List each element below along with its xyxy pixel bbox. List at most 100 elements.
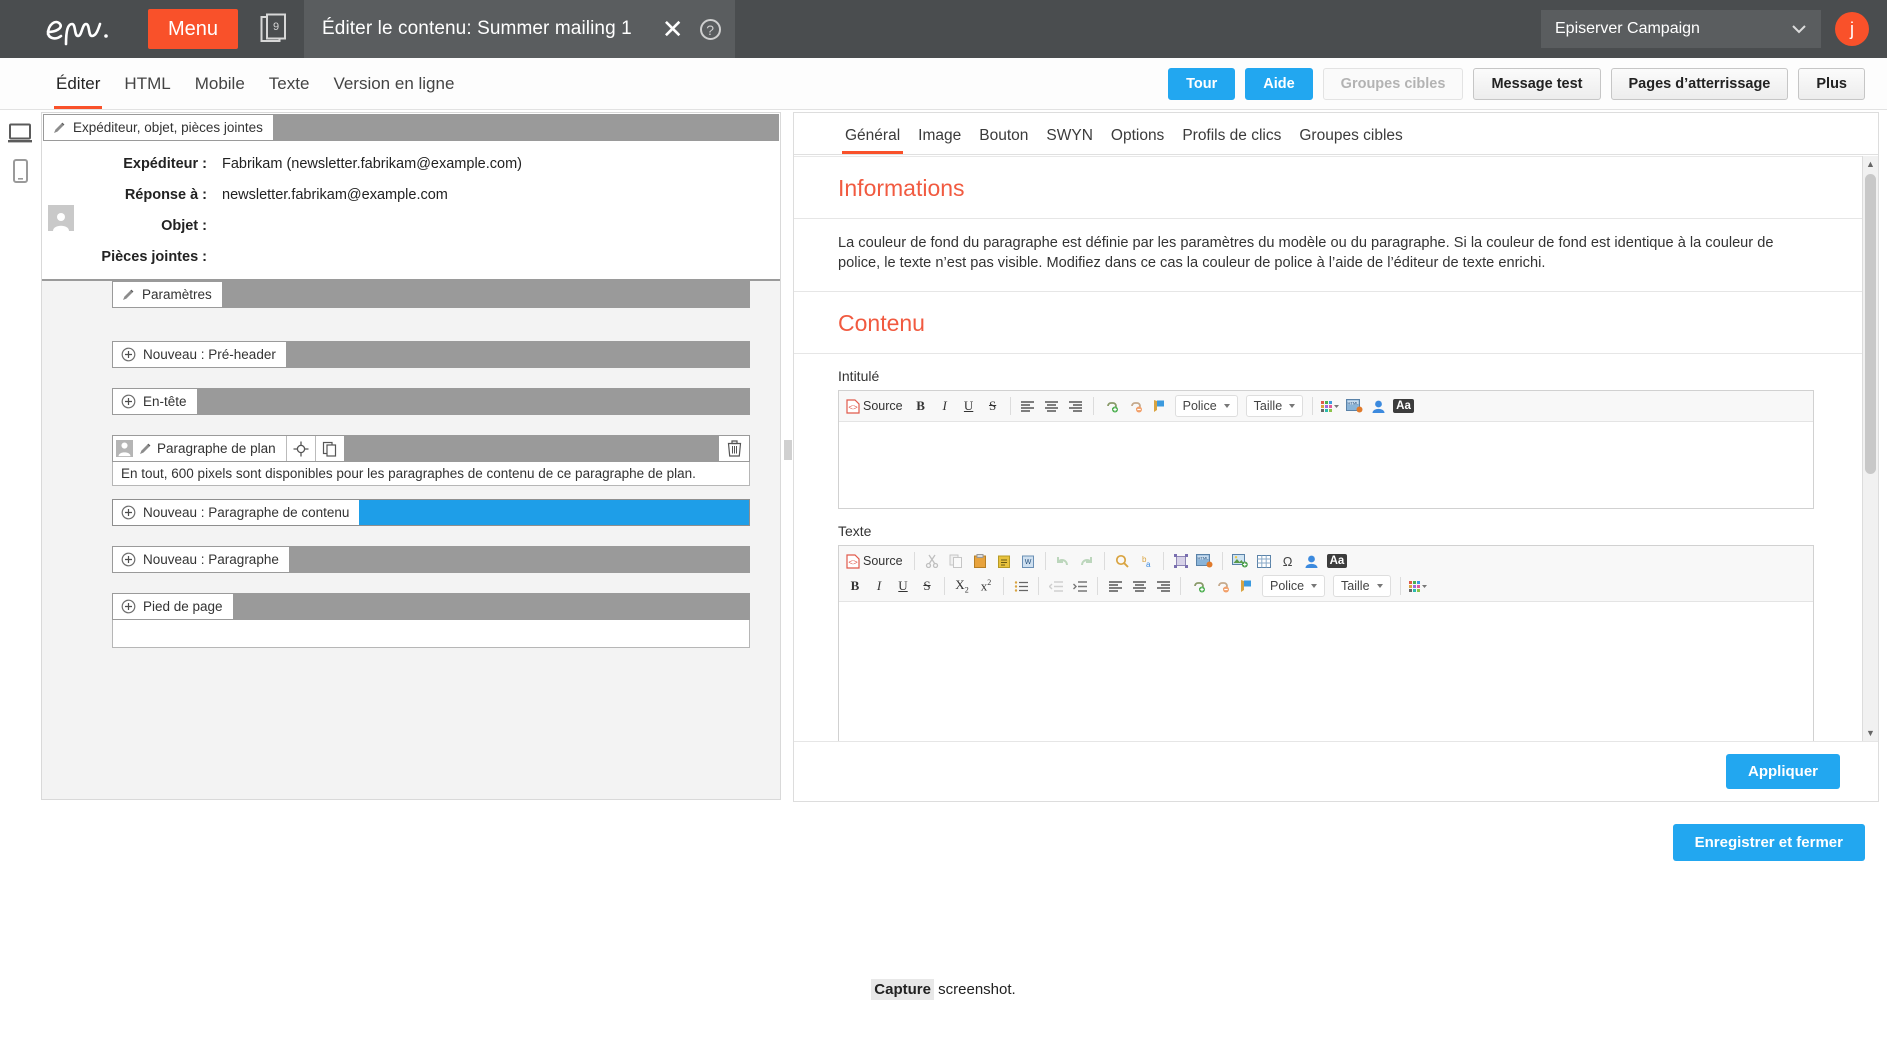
value-expediteur[interactable]: Fabrikam (newsletter.fabrikam@example.co… [212, 156, 522, 172]
close-icon[interactable]: ✕ [662, 16, 684, 42]
link-icon[interactable] [1187, 575, 1209, 597]
select-all-icon[interactable] [1170, 550, 1192, 572]
editor-intitule-textarea[interactable] [839, 422, 1813, 508]
help-icon[interactable]: ? [699, 18, 721, 40]
source-icon[interactable]: <> Source [844, 550, 908, 572]
outdent-icon[interactable] [1045, 575, 1067, 597]
editor-title-tab[interactable]: Éditer le contenu: Summer mailing 1 ✕ ? [304, 0, 735, 58]
block-nouveau-paragraphe[interactable]: Nouveau : Paragraphe [112, 546, 750, 573]
block-paragraphe-de-plan[interactable]: Paragraphe de plan En tout, 600 pixels s… [112, 435, 750, 486]
tab-general[interactable]: Général [836, 127, 909, 154]
italic-icon[interactable]: I [868, 575, 890, 597]
tab-swyn[interactable]: SWYN [1037, 127, 1102, 154]
block-pied-de-page-fill[interactable] [232, 594, 749, 619]
tab-editer[interactable]: Éditer [44, 59, 112, 109]
paste-text-icon[interactable] [993, 550, 1015, 572]
panel-splitter[interactable] [784, 440, 792, 460]
groupes-cibles-button[interactable]: Groupes cibles [1322, 67, 1464, 100]
documents-icon[interactable]: 9 [260, 13, 290, 45]
special-format-icon[interactable]: Aa [1391, 395, 1416, 417]
scroll-down-arrow[interactable]: ▼ [1863, 725, 1878, 741]
tab-options[interactable]: Options [1102, 127, 1173, 154]
align-right-icon[interactable] [1152, 575, 1174, 597]
target-icon[interactable] [286, 436, 315, 461]
table-icon[interactable] [1253, 550, 1275, 572]
plus-button[interactable]: Plus [1798, 67, 1865, 100]
copy-icon[interactable] [945, 550, 967, 572]
anchor-icon[interactable] [1148, 395, 1170, 417]
paste-word-icon[interactable]: W [1017, 550, 1039, 572]
block-pied-de-page[interactable]: Pied de page [112, 593, 750, 648]
value-reponse-a[interactable]: newsletter.fabrikam@example.com [212, 187, 448, 203]
bold-icon[interactable]: B [844, 575, 866, 597]
properties-scrollbar[interactable]: ▲ ▼ [1862, 156, 1878, 741]
link-icon[interactable] [1100, 395, 1122, 417]
html-field-icon[interactable]: HTML [1194, 550, 1216, 572]
tab-mobile[interactable]: Mobile [183, 59, 257, 109]
undo-icon[interactable] [1052, 550, 1074, 572]
tab-image[interactable]: Image [909, 127, 970, 154]
editor-texte-textarea[interactable] [839, 602, 1813, 741]
block-en-tete[interactable]: En-tête [112, 388, 750, 415]
block-paragraphe-de-plan-fill[interactable] [343, 436, 719, 461]
size-combo[interactable]: Taille [1333, 575, 1391, 597]
align-center-icon[interactable] [1041, 395, 1063, 417]
align-left-icon[interactable] [1104, 575, 1126, 597]
personalization-icon[interactable] [1301, 550, 1323, 572]
aide-button[interactable]: Aide [1245, 67, 1313, 100]
font-combo[interactable]: Police [1174, 395, 1238, 417]
mobile-icon[interactable] [0, 152, 40, 190]
menu-button[interactable]: Menu [148, 9, 239, 49]
avatar[interactable]: j [1835, 12, 1869, 46]
special-format-icon[interactable]: Aa [1325, 550, 1350, 572]
special-char-icon[interactable]: Ω [1277, 550, 1299, 572]
underline-icon[interactable]: U [892, 575, 914, 597]
scroll-up-arrow[interactable]: ▲ [1863, 156, 1878, 172]
tab-texte[interactable]: Texte [257, 59, 322, 109]
tab-bouton[interactable]: Bouton [970, 127, 1037, 154]
redo-icon[interactable] [1076, 550, 1098, 572]
subscript-icon[interactable]: X2 [951, 575, 973, 597]
client-select[interactable]: Episerver Campaign [1541, 10, 1821, 48]
paste-icon[interactable] [969, 550, 991, 572]
align-center-icon[interactable] [1128, 575, 1150, 597]
unlink-icon[interactable] [1124, 395, 1146, 417]
underline-icon[interactable]: U [958, 395, 980, 417]
cut-icon[interactable] [921, 550, 943, 572]
source-icon[interactable]: <> Source [844, 395, 908, 417]
tab-profils-de-clics[interactable]: Profils de clics [1173, 127, 1290, 154]
find-icon[interactable] [1111, 550, 1133, 572]
value-pieces-jointes[interactable] [212, 249, 222, 265]
bulleted-list-icon[interactable] [1010, 575, 1032, 597]
pages-atterrissage-button[interactable]: Pages d’atterrissage [1610, 67, 1789, 100]
message-test-button[interactable]: Message test [1473, 67, 1601, 100]
strikethrough-icon[interactable]: S [982, 395, 1004, 417]
block-nouveau-paragraphe-de-contenu[interactable]: Nouveau : Paragraphe de contenu [112, 499, 750, 526]
scrollbar-thumb[interactable] [1865, 174, 1876, 474]
sender-block-fill[interactable] [272, 115, 778, 140]
appliquer-button[interactable]: Appliquer [1726, 754, 1840, 789]
align-right-icon[interactable] [1065, 395, 1087, 417]
sender-block-header[interactable]: Expéditeur, objet, pièces jointes [43, 114, 779, 141]
unlink-icon[interactable] [1211, 575, 1233, 597]
text-color-icon[interactable] [1407, 575, 1429, 597]
anchor-icon[interactable] [1235, 575, 1257, 597]
size-combo[interactable]: Taille [1245, 395, 1304, 417]
value-objet[interactable] [212, 218, 222, 234]
copy-icon[interactable] [315, 436, 344, 461]
block-nouveau-paragraphe-fill[interactable] [288, 547, 749, 572]
desktop-icon[interactable] [0, 114, 40, 152]
enregistrer-et-fermer-button[interactable]: Enregistrer et fermer [1672, 824, 1865, 861]
tab-version-en-ligne[interactable]: Version en ligne [321, 59, 466, 109]
align-left-icon[interactable] [1017, 395, 1039, 417]
indent-icon[interactable] [1069, 575, 1091, 597]
replace-icon[interactable]: b a [1135, 550, 1157, 572]
image-icon[interactable] [1229, 550, 1251, 572]
tab-html[interactable]: HTML [112, 59, 182, 109]
block-parametres[interactable]: Paramètres [112, 281, 750, 308]
italic-icon[interactable]: I [934, 395, 956, 417]
font-combo[interactable]: Police [1262, 575, 1326, 597]
tab-groupes-cibles[interactable]: Groupes cibles [1290, 127, 1411, 154]
block-nouveau-pre-header-fill[interactable] [285, 342, 749, 367]
bold-icon[interactable]: B [910, 395, 932, 417]
